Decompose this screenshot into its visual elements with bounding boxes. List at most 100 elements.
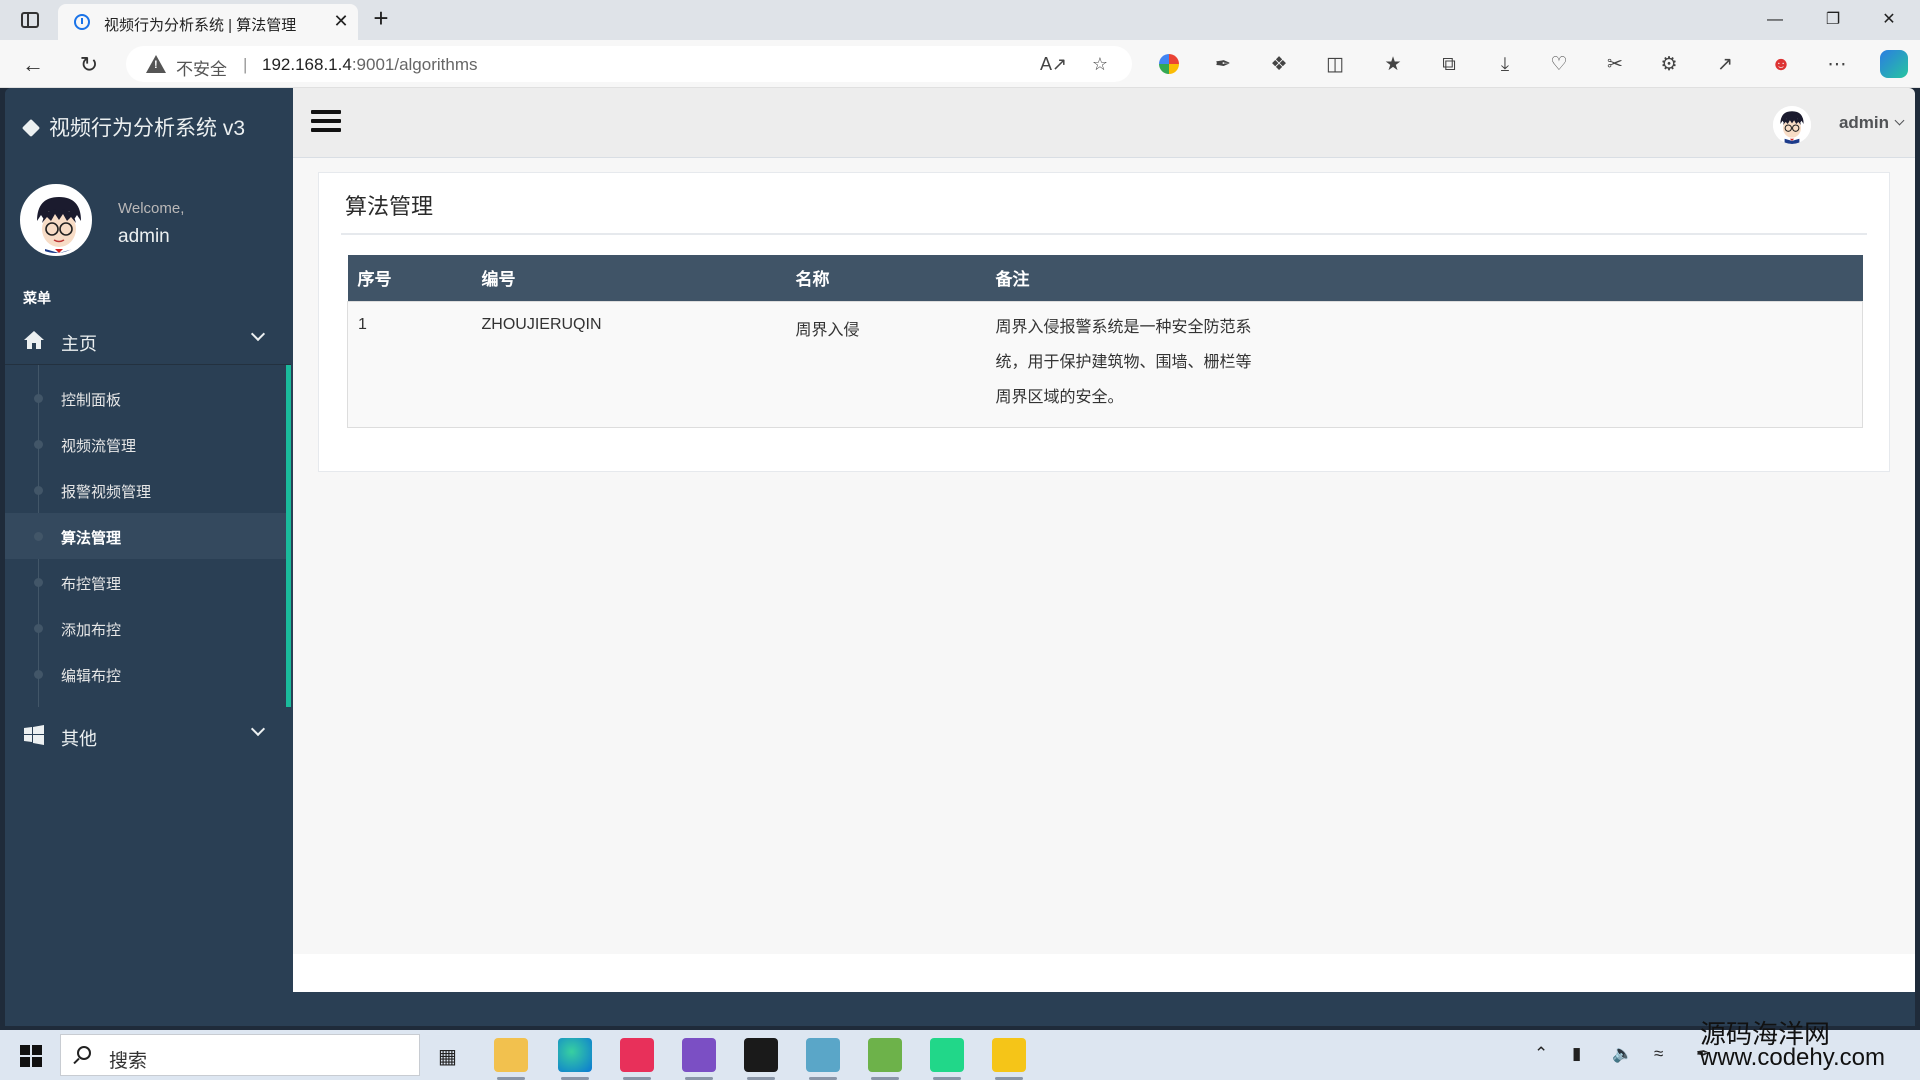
top-navbar: admin xyxy=(293,88,1915,158)
share-icon[interactable]: ↗ xyxy=(1712,52,1738,78)
profile-avatar xyxy=(20,184,92,256)
url-text[interactable]: 192.168.1.4:9001/algorithms xyxy=(262,55,478,75)
sidebar-item-label: 编辑布控 xyxy=(61,668,122,685)
bullet-icon xyxy=(34,624,43,633)
tab-actions-icon[interactable] xyxy=(18,8,42,32)
split-screen-icon[interactable]: ◫ xyxy=(1322,52,1348,78)
sidebar-item-label: 添加布控 xyxy=(61,622,122,639)
sidebar-item-algorithms[interactable]: 算法管理 xyxy=(5,513,286,559)
python-icon[interactable] xyxy=(992,1038,1026,1080)
bullet-icon xyxy=(34,532,43,541)
favorite-star-icon[interactable]: ☆ xyxy=(1088,52,1112,76)
table-row: 1 ZHOUJIERUQIN 周界入侵 周界入侵报警系统是一种安全防范系统，用于… xyxy=(347,301,1863,428)
nav-other[interactable]: 其他 xyxy=(5,710,291,760)
pen-extension-icon[interactable]: ✒ xyxy=(1210,52,1236,78)
pycharm-icon[interactable] xyxy=(930,1038,964,1080)
refresh-button[interactable]: ↻ xyxy=(74,50,104,80)
extensions-icon[interactable]: ❖ xyxy=(1266,52,1292,78)
restore-button[interactable]: ❐ xyxy=(1810,6,1856,34)
more-menu-icon[interactable]: ⋯ xyxy=(1824,52,1850,78)
user-menu[interactable]: admin xyxy=(1839,113,1889,133)
bullet-icon xyxy=(34,578,43,587)
favorites-icon[interactable]: ★ xyxy=(1380,52,1406,78)
taskbar-search[interactable]: 搜索 xyxy=(60,1034,420,1076)
bullet-icon xyxy=(34,394,43,403)
color-extension-icon[interactable] xyxy=(1159,54,1179,74)
page-footer xyxy=(293,954,1915,992)
visual-studio-icon[interactable] xyxy=(682,1038,716,1080)
home-icon xyxy=(24,331,44,349)
screenshot-icon[interactable]: ✂ xyxy=(1602,52,1628,78)
battery-icon[interactable]: ▮ xyxy=(1572,1044,1581,1064)
watermark: 源码海洋网 www.codehy.com xyxy=(1700,1021,1885,1071)
sidebar-item-dashboard[interactable]: 控制面板 xyxy=(5,375,286,421)
edge-browser-icon[interactable] xyxy=(558,1038,592,1080)
wifi-icon[interactable]: ≈ xyxy=(1654,1044,1663,1064)
menu-heading: 菜单 xyxy=(23,290,51,306)
not-secure-label[interactable]: 不安全 xyxy=(176,55,227,80)
read-aloud-icon[interactable]: A↗ xyxy=(1040,52,1067,76)
cell-note: 周界入侵报警系统是一种安全防范系统，用于保护建筑物、围墙、栅栏等周界区域的安全。 xyxy=(995,318,1252,406)
notepad-icon[interactable] xyxy=(868,1038,902,1080)
browser-essentials-icon[interactable]: ♡ xyxy=(1546,52,1572,78)
menu-toggle-icon[interactable] xyxy=(311,110,341,136)
downloads-icon[interactable]: ⤓ xyxy=(1492,52,1518,78)
main-content: 算法管理 序号 编号 名称 备注 1 ZHOUJIERUQIN 周界入侵 周界入… xyxy=(293,158,1915,954)
cell-code: ZHOUJIERUQIN xyxy=(471,301,786,428)
address-bar[interactable]: 不安全 | 192.168.1.4:9001/algorithms A↗ ☆ xyxy=(126,46,1132,82)
brand-title[interactable]: 视频行为分析系统 v3 xyxy=(21,112,245,142)
sidebar: 视频行为分析系统 v3 Welcome, admin 菜单 主页 控制面板 视频… xyxy=(5,88,293,1026)
cell-note-wrap: 周界入侵报警系统是一种安全防范系统，用于保护建筑物、围墙、栅栏等周界区域的安全。 xyxy=(985,301,1863,428)
taskbar-search-label: 搜索 xyxy=(109,1051,148,1072)
sidebar-item-label: 布控管理 xyxy=(61,576,122,593)
user-avatar[interactable] xyxy=(1773,106,1811,144)
chevron-down-icon[interactable] xyxy=(1894,115,1905,126)
welcome-text: Welcome, xyxy=(118,200,185,217)
profile-username: admin xyxy=(118,226,170,247)
title-divider xyxy=(341,233,1867,235)
sidebar-item-deployments[interactable]: 布控管理 xyxy=(5,559,286,605)
terminal-icon[interactable] xyxy=(744,1038,778,1080)
file-explorer-icon[interactable] xyxy=(494,1038,528,1080)
browser-tab-bar: 视频行为分析系统 | 算法管理 ✕ + — ❐ ✕ xyxy=(0,0,1920,40)
tray-chevron-up-icon[interactable]: ⌃ xyxy=(1534,1044,1548,1064)
sidebar-item-label: 报警视频管理 xyxy=(61,484,152,501)
performance-icon[interactable]: ⚙ xyxy=(1656,52,1682,78)
sidebar-item-label: 算法管理 xyxy=(61,530,122,547)
editor-icon[interactable] xyxy=(806,1038,840,1080)
nav-home[interactable]: 主页 xyxy=(5,315,291,365)
volume-icon[interactable]: 🔈 xyxy=(1612,1044,1633,1064)
minimize-button[interactable]: — xyxy=(1752,6,1798,34)
column-header-index: 序号 xyxy=(357,270,392,290)
sidebar-item-alarm-videos[interactable]: 报警视频管理 xyxy=(5,467,286,513)
new-tab-button[interactable]: + xyxy=(366,4,396,34)
sidebar-item-add-deployment[interactable]: 添加布控 xyxy=(5,605,286,651)
algorithms-table: 序号 编号 名称 备注 1 ZHOUJIERUQIN 周界入侵 周界入侵报警系统… xyxy=(347,255,1863,428)
back-button[interactable]: ← xyxy=(18,50,48,80)
not-secure-icon[interactable] xyxy=(146,55,166,73)
dev-tool-icon[interactable] xyxy=(620,1038,654,1080)
tab-title: 视频行为分析系统 | 算法管理 xyxy=(104,17,297,34)
close-window-button[interactable]: ✕ xyxy=(1866,6,1912,34)
column-header-code: 编号 xyxy=(481,270,516,290)
windows-icon xyxy=(24,725,44,745)
page-title: 算法管理 xyxy=(345,194,434,219)
profile-extension-icon[interactable]: ☻ xyxy=(1768,52,1794,78)
search-icon xyxy=(77,1046,91,1060)
cell-name: 周界入侵 xyxy=(785,301,986,428)
sidebar-item-edit-deployment[interactable]: 编辑布控 xyxy=(5,651,286,697)
watermark-line-2: www.codehy.com xyxy=(1700,1044,1885,1071)
tab-close-button[interactable]: ✕ xyxy=(330,10,352,32)
os-taskbar: 搜索 ▦ ⌃ ▮ 🔈 ≈ ✒ xyxy=(0,1030,1920,1080)
start-button[interactable] xyxy=(20,1045,42,1067)
url-separator: | xyxy=(243,55,248,74)
collections-icon[interactable]: ⧉ xyxy=(1436,52,1462,78)
cell-index: 1 xyxy=(347,301,472,428)
bullet-icon xyxy=(34,670,43,679)
copilot-icon[interactable] xyxy=(1880,50,1908,78)
sidebar-item-video-streams[interactable]: 视频流管理 xyxy=(5,421,286,467)
task-view-icon[interactable]: ▦ xyxy=(438,1044,457,1069)
browser-tab-active[interactable]: 视频行为分析系统 | 算法管理 ✕ xyxy=(58,4,358,40)
url-path: :9001/algorithms xyxy=(351,55,478,74)
nav-home-label: 主页 xyxy=(61,334,97,354)
